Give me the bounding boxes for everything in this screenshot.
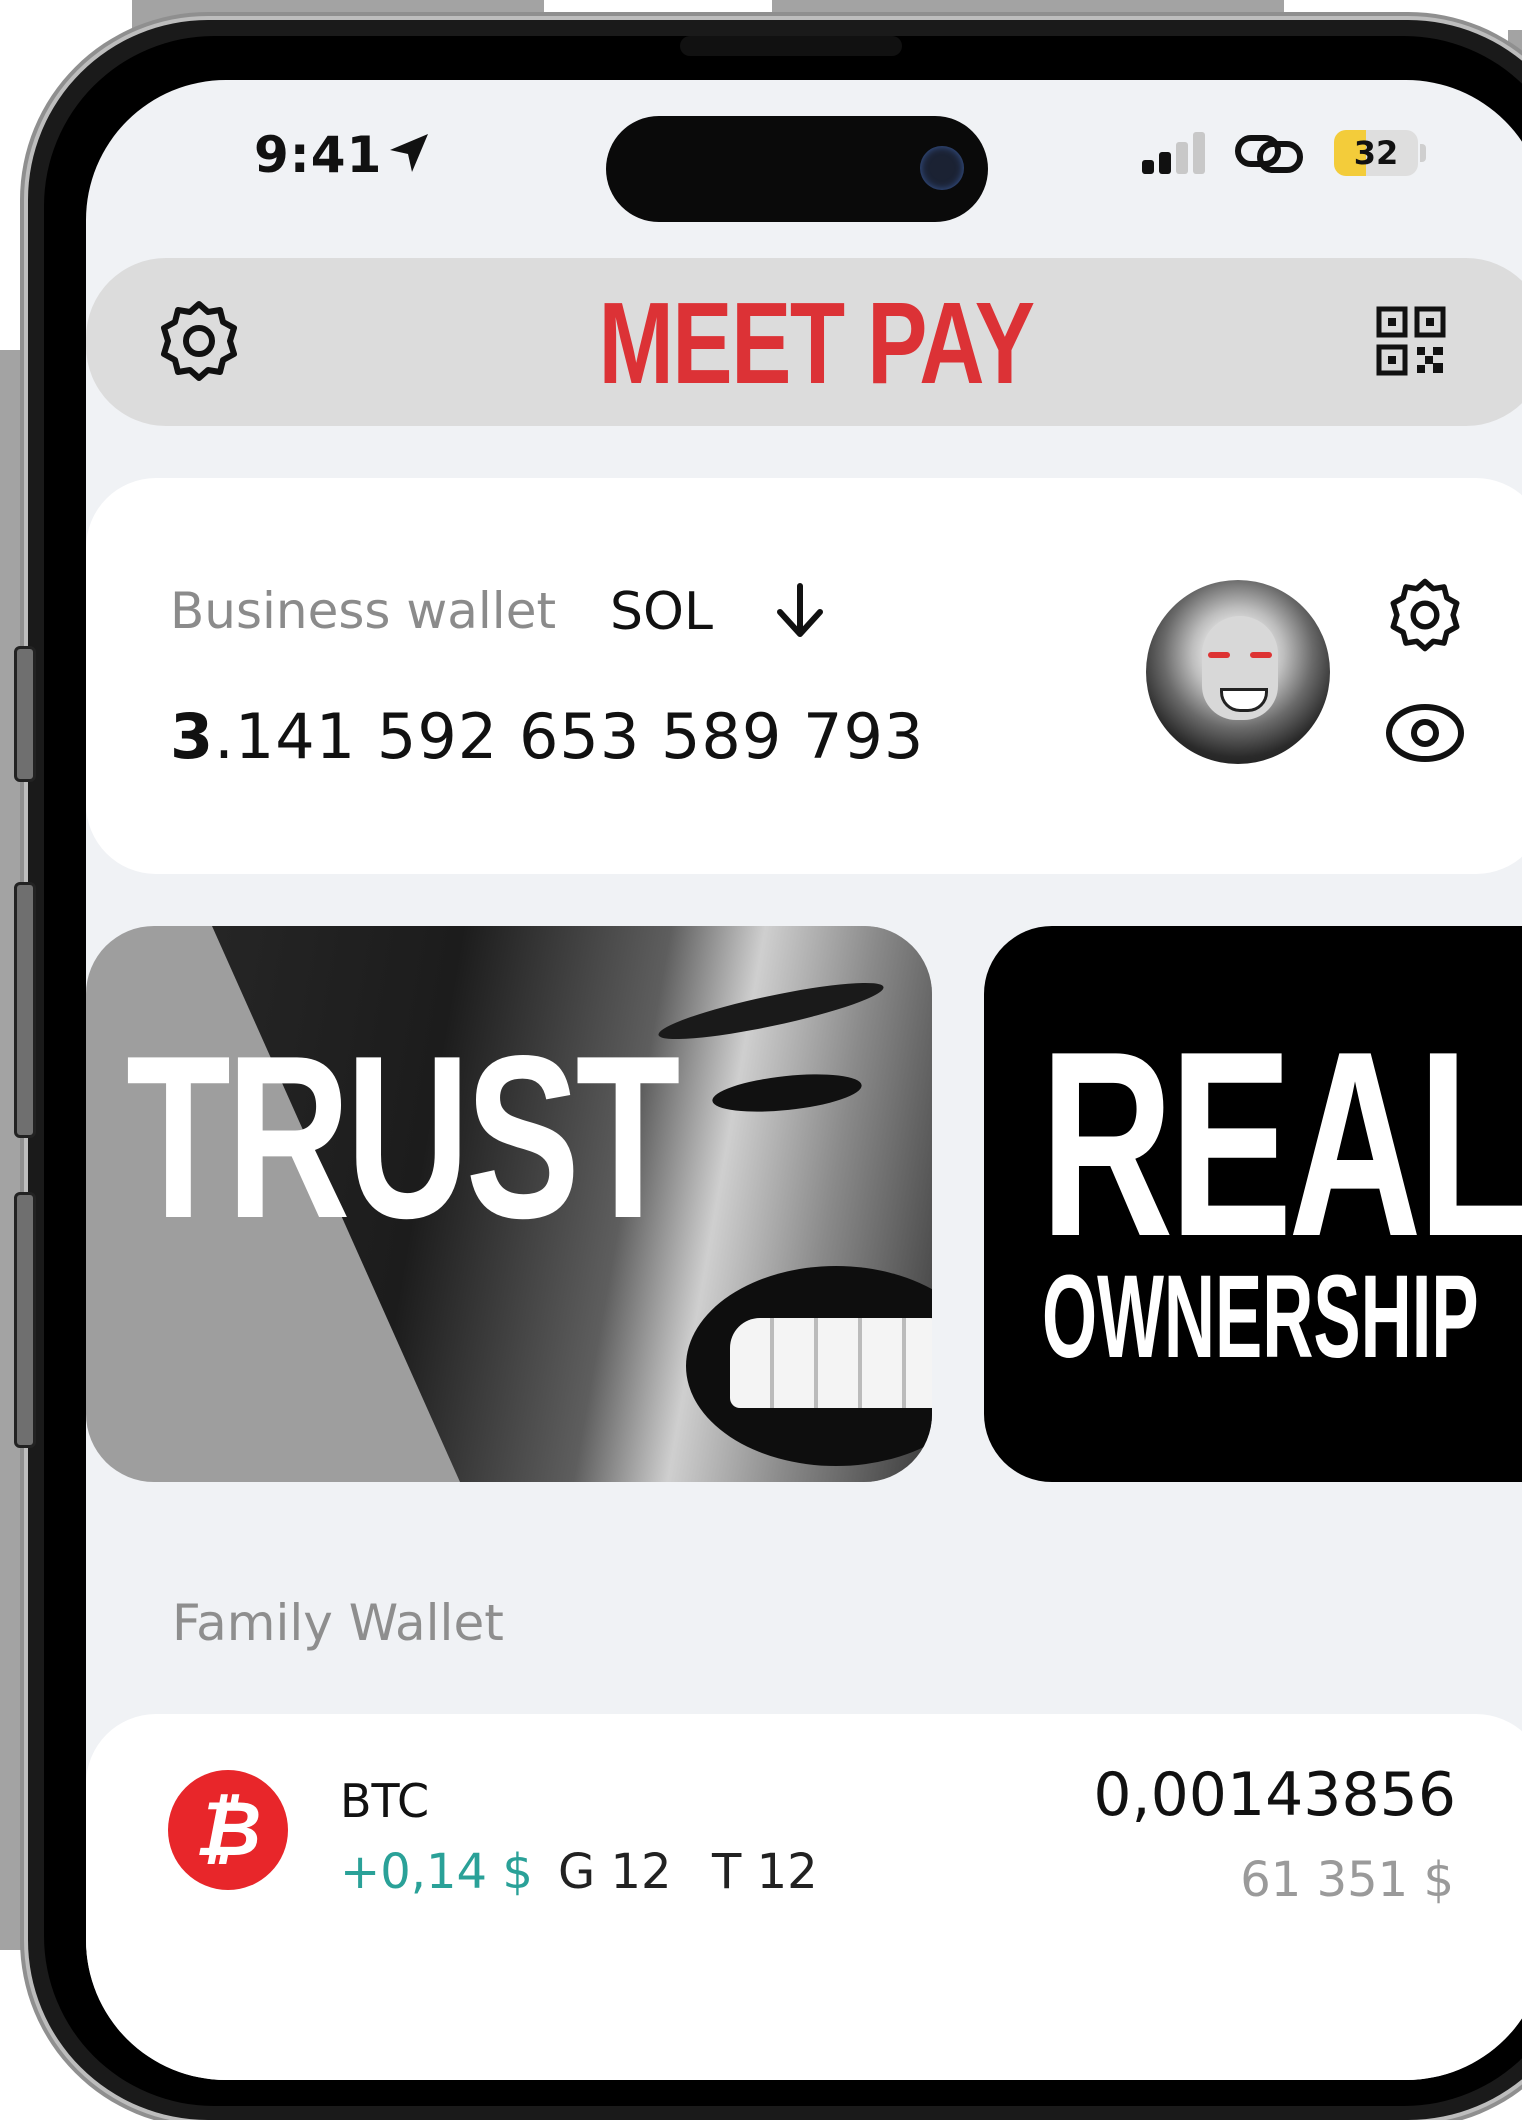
dynamic-island bbox=[606, 116, 988, 222]
avatar-eye bbox=[1250, 652, 1272, 658]
action-button bbox=[14, 646, 36, 782]
bitcoin-icon: ₿ bbox=[168, 1770, 288, 1890]
family-wallet-title: Family Wallet bbox=[172, 1594, 504, 1652]
ownership-banner[interactable]: REAL OWNERSHIP bbox=[984, 926, 1522, 1482]
ownership-banner-title: REAL bbox=[1040, 996, 1522, 1291]
app-header: MEET PAY bbox=[86, 258, 1522, 426]
qr-code-icon[interactable] bbox=[1376, 306, 1446, 376]
user-avatar[interactable] bbox=[1146, 580, 1330, 764]
app-brand-title: MEET PAY bbox=[598, 278, 1035, 408]
wallet-label: Business wallet bbox=[170, 582, 557, 640]
trust-banner-text: TRUST bbox=[126, 1008, 680, 1267]
settings-gear-icon[interactable] bbox=[156, 298, 242, 384]
business-wallet-card[interactable]: Business wallet SOL 3.141 592 653 589 79… bbox=[86, 478, 1522, 874]
volume-down-button bbox=[14, 1192, 36, 1448]
visibility-eye-icon[interactable] bbox=[1384, 702, 1466, 764]
phone-speaker bbox=[680, 36, 902, 56]
front-camera bbox=[920, 146, 964, 190]
battery-nub bbox=[1420, 144, 1426, 162]
bitcoin-glyph: ₿ bbox=[194, 1784, 262, 1873]
wallet-balance: 3.141 592 653 589 793 bbox=[170, 700, 924, 773]
wallet-currency-selector[interactable]: SOL bbox=[610, 582, 713, 642]
coin-t-value: T 12 bbox=[712, 1844, 818, 1900]
arrow-down-icon[interactable] bbox=[772, 580, 828, 640]
volume-up-button bbox=[14, 882, 36, 1138]
app-screen: 9:41 32 MEET PAY Business wallet SOL 3.1… bbox=[86, 80, 1522, 2080]
link-icon bbox=[1235, 135, 1303, 173]
location-arrow-icon bbox=[390, 134, 428, 172]
status-time: 9:41 bbox=[254, 126, 383, 184]
coin-usd-value: 61 351 $ bbox=[1240, 1852, 1454, 1908]
wallet-settings-gear-icon[interactable] bbox=[1386, 576, 1464, 654]
coin-g-value: G 12 bbox=[558, 1844, 672, 1900]
banner-face-teeth bbox=[730, 1318, 932, 1408]
wallet-balance-fraction: .141 592 653 589 793 bbox=[214, 700, 925, 773]
avatar-eye bbox=[1208, 652, 1230, 658]
coin-change: +0,14 $ bbox=[340, 1844, 533, 1900]
ownership-banner-subtitle: OWNERSHIP bbox=[1042, 1251, 1479, 1383]
coin-row-btc[interactable]: ₿ BTC +0,14 $ G 12 T 12 0,00143856 61 35… bbox=[86, 1714, 1522, 2080]
trust-banner[interactable]: TRUST bbox=[86, 926, 932, 1482]
coin-amount: 0,00143856 bbox=[1093, 1760, 1456, 1830]
coin-symbol: BTC bbox=[340, 1774, 430, 1828]
cellular-signal-icon bbox=[1142, 132, 1205, 174]
wallet-balance-int: 3 bbox=[170, 700, 215, 773]
battery-indicator: 32 bbox=[1334, 130, 1418, 176]
